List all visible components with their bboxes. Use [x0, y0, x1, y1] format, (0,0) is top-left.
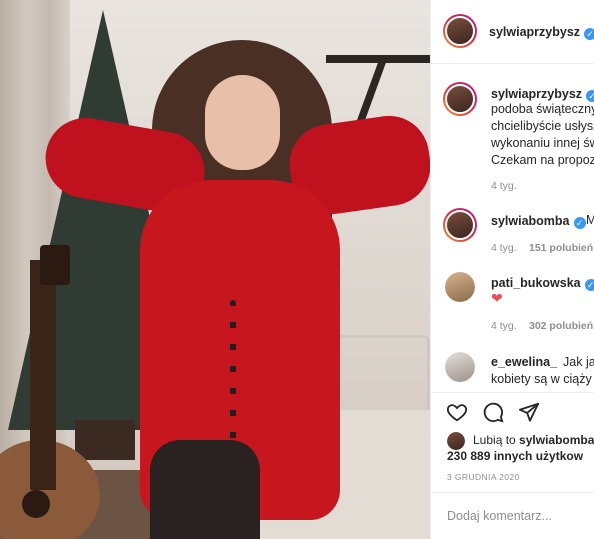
comment-likes[interactable]: 302 polubień [529, 320, 593, 332]
comment-likes[interactable]: 151 polubień [529, 242, 593, 254]
actions-divider [431, 392, 594, 393]
guitar-neck [30, 260, 56, 490]
verified-badge-icon: ✓ [584, 28, 594, 40]
comment-line-2: kobiety są w ciąży [491, 372, 592, 386]
patterned-tights [150, 440, 260, 539]
likes-count[interactable]: 230 889 innych użytkow [447, 448, 583, 464]
caption-line-4: Czekam na propoz [491, 153, 594, 167]
comment-username[interactable]: e_ewelina_ [491, 355, 557, 369]
dress-buttons [230, 300, 236, 440]
comment-username[interactable]: pati_bukowska ✓ [491, 276, 594, 291]
paper-plane-icon[interactable] [517, 400, 541, 424]
basket [330, 335, 430, 415]
comment-avatar[interactable] [445, 272, 475, 302]
tree-base [75, 420, 135, 460]
heart-emoji: ❤ [491, 290, 503, 306]
verified-badge-icon: ✓ [584, 279, 594, 291]
caption-username[interactable]: sylwiaprzybysz ✓ [491, 87, 594, 102]
caption-line-1: podoba świąteczny [491, 102, 594, 116]
verified-badge-icon: ✓ [573, 217, 586, 229]
comment-input[interactable] [447, 509, 594, 523]
comment-avatar[interactable] [445, 352, 475, 382]
comment-time[interactable]: 4 tyg. [491, 320, 517, 332]
comment-bubble-icon[interactable] [481, 400, 505, 424]
comment-username[interactable]: sylwiabomba ✓ [491, 214, 586, 229]
caption-line-2: chcielibyście usłysz [491, 119, 594, 133]
author-username[interactable]: sylwiaprzybysz ✓ [489, 25, 594, 40]
face [205, 75, 280, 170]
comment-text: M [586, 213, 594, 227]
post-header: sylwiaprzybysz ✓ [431, 0, 594, 64]
comment-line-1: e_ewelina_Jak ja k [491, 355, 594, 369]
caption-time[interactable]: 4 tyg. [491, 180, 517, 192]
caption-avatar[interactable] [443, 82, 477, 116]
post-date[interactable]: 3 GRUDNIA 2020 [447, 472, 520, 482]
caption-line-3: wykonaniu innej św [491, 136, 594, 150]
shelf-bracket [357, 60, 387, 120]
guitar-soundhole [22, 490, 50, 518]
comment-time[interactable]: 4 tyg. [491, 242, 517, 254]
author-avatar[interactable] [443, 14, 477, 48]
likes-line-1[interactable]: Lubią to sylwiabomba [473, 432, 594, 448]
post-sidebar: sylwiaprzybysz ✓ sylwiaprzybysz ✓ podoba ś… [430, 0, 594, 539]
comment-divider [431, 492, 594, 493]
heart-outline-icon[interactable] [445, 400, 469, 424]
comment-avatar[interactable] [443, 208, 477, 242]
post-photo[interactable] [0, 0, 430, 539]
guitar-headstock [40, 245, 70, 285]
